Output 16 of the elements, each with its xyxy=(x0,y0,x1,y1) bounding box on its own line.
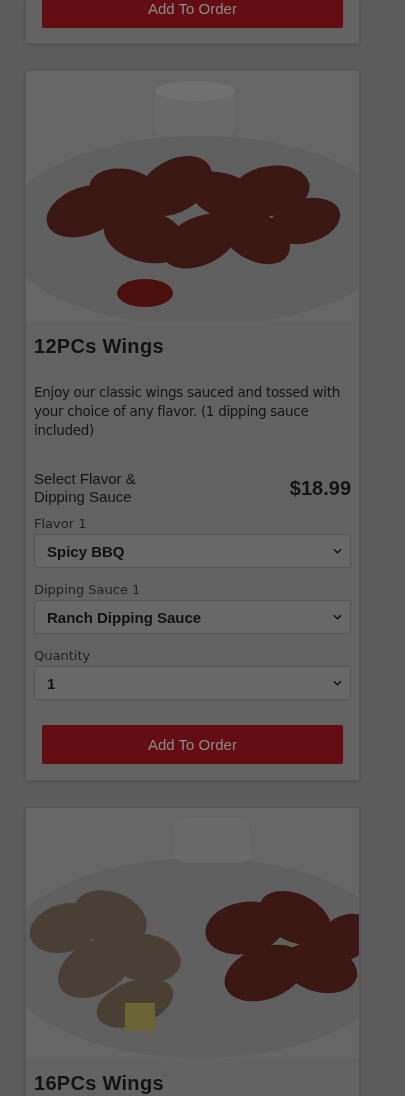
item-title: 16PCs Wings xyxy=(34,1072,165,1095)
dropdown-field[interactable]: 1 xyxy=(34,666,351,700)
field-label: Dipping Sauce 1 xyxy=(34,582,142,597)
add-to-order-button[interactable]: Add To Order xyxy=(42,725,343,764)
field-label: Flavor 1 xyxy=(34,516,88,531)
item-title: 12PCs Wings xyxy=(34,335,165,358)
caret-icon xyxy=(333,680,342,686)
dropdown-field[interactable]: Spicy BBQ xyxy=(34,534,351,568)
caret-icon xyxy=(333,614,342,620)
dropdown-field[interactable]: Ranch Dipping Sauce xyxy=(34,600,351,634)
field-label: Quantity xyxy=(34,648,92,663)
item-description: Enjoy our classic wings sauced and tossed with your choice of any flavor. (1 dipping sauce included) xyxy=(34,383,342,440)
price-label: Select Flavor & Dipping Sauce xyxy=(34,470,137,506)
price: $18.99 xyxy=(289,476,351,500)
caret-icon xyxy=(333,548,342,554)
add-to-order-button[interactable]: Add To Order xyxy=(42,0,343,28)
